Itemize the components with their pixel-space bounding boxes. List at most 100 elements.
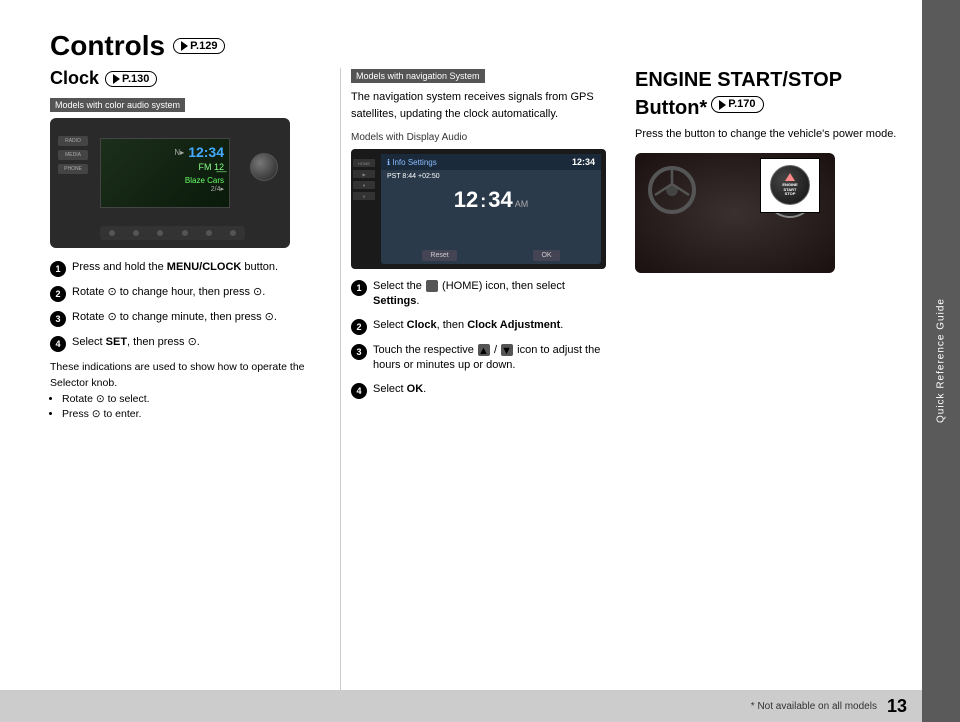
- page-number: 13: [887, 696, 907, 717]
- footer-note: * Not available on all models: [751, 701, 877, 712]
- stereo-indicator: N▸: [174, 148, 184, 157]
- da-ampm: AM: [515, 199, 529, 209]
- da-buttons: Reset OK: [381, 247, 601, 264]
- step-num-1: 1: [50, 261, 66, 277]
- da-ctrl-4: ✕: [353, 192, 375, 200]
- stereo-info: Blaze Cars: [185, 176, 224, 185]
- da-hour: 12: [454, 187, 478, 213]
- da-header-text: ℹ Info Settings: [387, 158, 437, 167]
- step-r-text-1: Select the (HOME) icon, then select Sett…: [373, 279, 610, 310]
- step-num-2: 2: [50, 286, 66, 302]
- step-r-num-4: 4: [351, 383, 367, 399]
- step-right-2: 2 Select Clock, then Clock Adjustment.: [351, 318, 610, 335]
- down-icon: ▼: [501, 344, 513, 356]
- stereo-knob: [250, 153, 278, 181]
- step-num-4: 4: [50, 336, 66, 352]
- engine-ref: P.170: [711, 96, 763, 113]
- ctrl-dot-4: [182, 230, 188, 236]
- clock-ref: P.130: [105, 71, 157, 87]
- da-header: ℹ Info Settings 12:34: [381, 154, 601, 170]
- title-ref: P.129: [173, 38, 225, 54]
- ctrl-dot-2: [133, 230, 139, 236]
- ctrl-dot-5: [206, 230, 212, 236]
- step-r-num-3: 3: [351, 344, 367, 360]
- stereo-buttons-left: RADIO MEDIA PHONE: [58, 136, 88, 174]
- engine-title: ENGINE START/STOP Button* P.170: [635, 68, 902, 120]
- callout-inner: ENGINESTARTSTOP: [770, 165, 810, 205]
- bullet-list: Rotate ⊙ to select. Press ⊙ to enter.: [62, 392, 325, 424]
- bullet-item-1: Rotate ⊙ to select.: [62, 392, 325, 408]
- callout-icon: [785, 173, 795, 181]
- stereo-time: 12:34: [188, 144, 224, 160]
- da-big-time-container: 12 : 34 AM: [387, 187, 595, 213]
- step-r-text-2: Select Clock, then Clock Adjustment.: [373, 318, 563, 333]
- engine-desc: Press the button to change the vehicle's…: [635, 126, 902, 143]
- additional-notes: These indications are used to show how t…: [50, 360, 325, 392]
- steering-wheel-svg: [645, 163, 700, 218]
- nav-label: Models with navigation System: [351, 69, 485, 83]
- display-audio-image: HOME ▶ ▼ ✕ ℹ Info Settings 12:34 PST 8:4…: [351, 149, 606, 269]
- callout-box: ENGINESTARTSTOP: [760, 158, 820, 213]
- display-audio-label: Models with Display Audio: [351, 132, 610, 143]
- home-icon: [426, 280, 438, 292]
- engine-interior: ENGINESTARTSTOP ENGINESTARTSTOP: [635, 153, 835, 273]
- step-r-num-2: 2: [351, 319, 367, 335]
- nav-notice: The navigation system receives signals f…: [351, 89, 610, 122]
- col-middle: Models with navigation System The naviga…: [340, 68, 620, 692]
- sidebar-text: Quick Reference Guide: [936, 299, 947, 424]
- step-left-4: 4 Select SET, then press ⊙.: [50, 335, 325, 352]
- stereo-screen: N▸ 12:34 FM 1̲2̲ Blaze Cars 2/4▸: [100, 138, 230, 208]
- stereo-status: 2/4▸: [211, 185, 224, 193]
- da-ctrl-1: HOME: [353, 159, 375, 167]
- da-reset-btn[interactable]: Reset: [422, 250, 456, 261]
- ctrl-dot-1: [109, 230, 115, 236]
- da-ctrl-2: ▶: [353, 170, 375, 178]
- left-instruction-list: 1 Press and hold the MENU/CLOCK button. …: [50, 260, 325, 352]
- da-screen: ℹ Info Settings 12:34 PST 8:44 +02:50 12…: [381, 154, 601, 264]
- content-columns: Clock P.130 Models with color audio syst…: [50, 68, 902, 692]
- main-content: Controls P.129 Clock P.130 Models with c…: [0, 0, 922, 722]
- da-display-time: 12:34: [572, 157, 595, 167]
- step-text-3: Rotate ⊙ to change minute, then press ⊙.: [72, 310, 277, 325]
- stereo-controls-bottom: [100, 226, 245, 240]
- stereo-screen-inner: N▸ 12:34 FM 1̲2̲ Blaze Cars 2/4▸: [101, 139, 229, 207]
- step-r-num-1: 1: [351, 280, 367, 296]
- ctrl-dot-6: [230, 230, 236, 236]
- engine-button-image: ENGINESTARTSTOP ENGINESTARTSTOP: [635, 153, 835, 273]
- col-right: ENGINE START/STOP Button* P.170 Press th…: [620, 68, 902, 692]
- arrow-icon: [181, 41, 188, 51]
- step-right-4: 4 Select OK.: [351, 382, 610, 399]
- step-text-1: Press and hold the MENU/CLOCK button.: [72, 260, 278, 275]
- clock-section-title: Clock P.130: [50, 68, 325, 89]
- step-left-3: 3 Rotate ⊙ to change minute, then press …: [50, 310, 325, 327]
- step-left-1: 1 Press and hold the MENU/CLOCK button.: [50, 260, 325, 277]
- da-left-controls: HOME ▶ ▼ ✕: [353, 159, 375, 200]
- step-r-text-4: Select OK.: [373, 382, 426, 397]
- arrow-icon-2: [113, 74, 120, 84]
- da-minute: 34: [488, 187, 512, 213]
- right-instruction-list: 1 Select the (HOME) icon, then select Se…: [351, 279, 610, 399]
- step-text-2: Rotate ⊙ to change hour, then press ⊙.: [72, 285, 265, 300]
- up-icon: ▲: [478, 344, 490, 356]
- stereo-btn-media: MEDIA: [58, 150, 88, 160]
- color-audio-label: Models with color audio system: [50, 98, 185, 112]
- engine-btn-container: ENGINESTARTSTOP ENGINESTARTSTOP: [765, 168, 815, 218]
- da-pst-value: PST 8:44 +02:50: [387, 173, 440, 180]
- stereo-btn-radio: RADIO: [58, 136, 88, 146]
- da-ok-btn[interactable]: OK: [533, 250, 559, 261]
- bullet-item-2: Press ⊙ to enter.: [62, 407, 325, 423]
- step-left-2: 2 Rotate ⊙ to change hour, then press ⊙.: [50, 285, 325, 302]
- callout-text: ENGINESTARTSTOP: [782, 183, 797, 197]
- da-ctrl-3: ▼: [353, 181, 375, 189]
- step-text-4: Select SET, then press ⊙.: [72, 335, 200, 350]
- steering-wheel-area: [645, 163, 700, 218]
- right-sidebar: Quick Reference Guide: [922, 0, 960, 722]
- step-right-1: 1 Select the (HOME) icon, then select Se…: [351, 279, 610, 310]
- step-num-3: 3: [50, 311, 66, 327]
- ctrl-dot-3: [157, 230, 163, 236]
- stereo-freq: FM 1̲2̲: [198, 162, 224, 172]
- arrow-icon-3: [719, 100, 726, 110]
- page-container: Controls P.129 Clock P.130 Models with c…: [0, 0, 960, 722]
- page-title: Controls P.129: [50, 30, 902, 62]
- da-pst-row: PST 8:44 +02:50: [387, 173, 595, 180]
